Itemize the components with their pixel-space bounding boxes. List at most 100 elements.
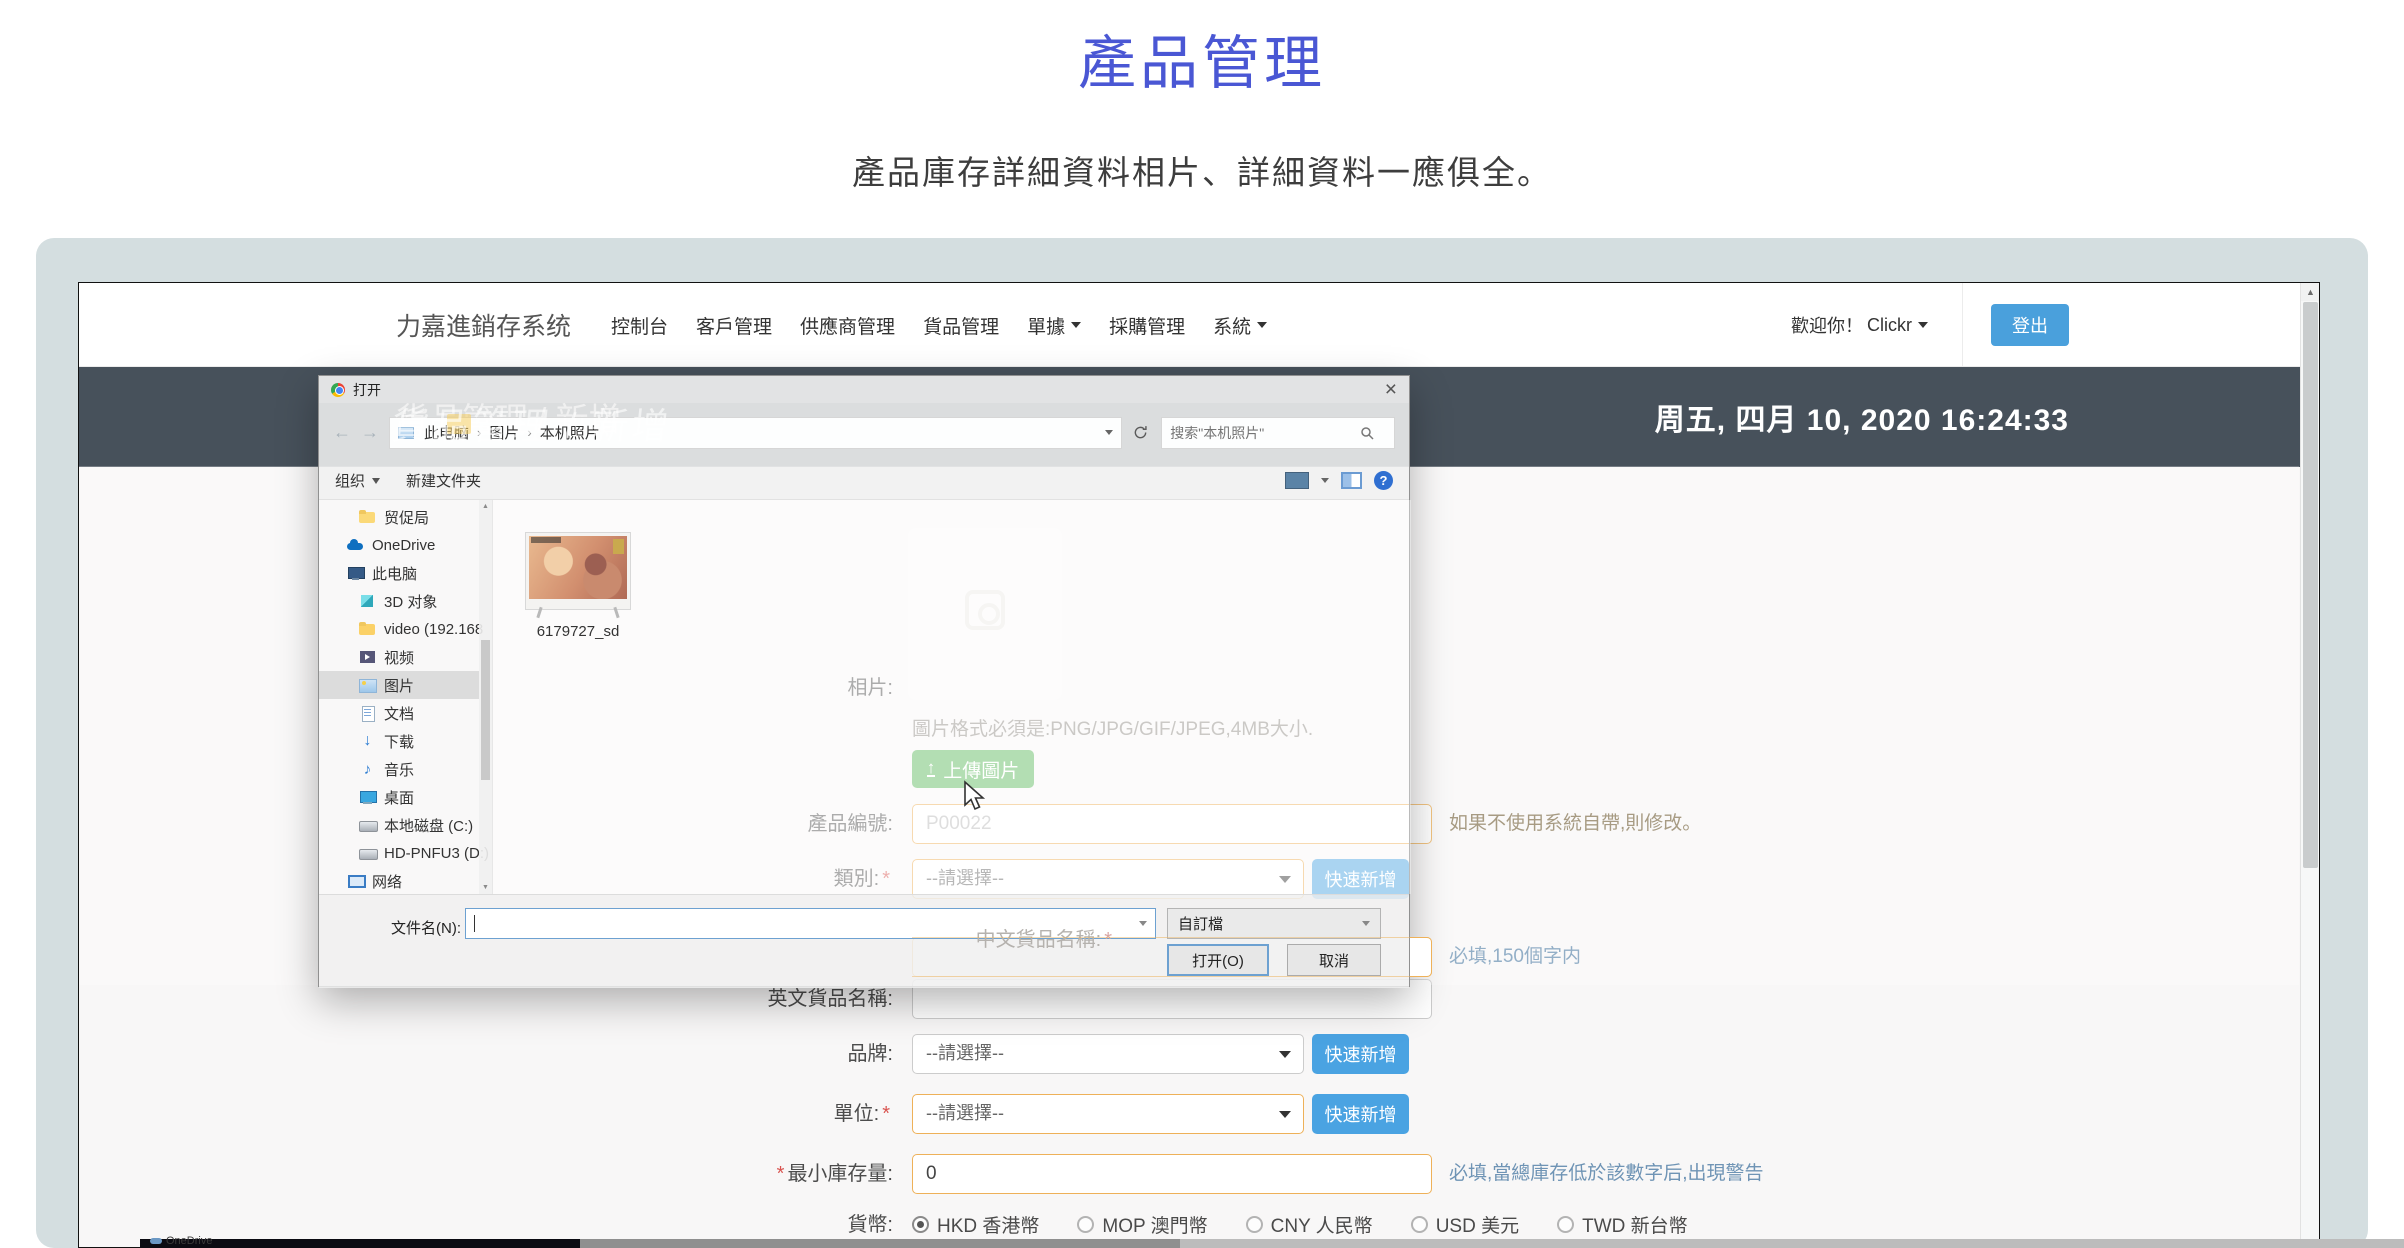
tv-image-thumbnail [525,532,631,610]
folder-tree-label: 本地磁盘 (C:) [384,815,473,836]
filetype-select[interactable]: 自訂檔 [1167,908,1381,939]
scrollbar-thumb[interactable] [2303,302,2318,868]
preview-pane-icon[interactable] [1341,472,1362,489]
file-list-area[interactable]: 6179727_sd [493,500,1411,894]
folder-tree-label: 视频 [384,647,414,668]
view-mode-icon[interactable] [1285,472,1309,489]
nav-item[interactable]: 客戶管理 [682,283,786,367]
unit-quick-add-button[interactable]: 快速新增 [1312,1094,1409,1134]
search-box[interactable] [1161,417,1395,449]
username: Clickr [1867,315,1912,336]
refresh-icon[interactable] [1128,417,1154,449]
back-icon[interactable]: ← [333,422,351,443]
currency-radio-option[interactable]: USD 美元 [1411,1211,1519,1238]
folder-icon [359,509,376,525]
sidebar-scrollbar[interactable]: ▲ ▼ [479,500,492,894]
desktop-icon [359,789,376,805]
folder-tree-item[interactable]: 图片 [319,671,479,699]
folder-tree-item[interactable]: OneDrive [319,531,479,559]
pc-icon [347,565,364,581]
page-scrollbar[interactable]: ▲ [2300,283,2320,1248]
view-mode-dropdown-icon[interactable] [1321,478,1329,483]
nav-item[interactable]: 貨品管理 [909,283,1013,367]
brand-label: 品牌: [573,1034,893,1074]
logout-button[interactable]: 登出 [1991,304,2069,346]
folder-tree-item[interactable]: ♪音乐 [319,755,479,783]
unit-label: 單位:* [573,1094,893,1134]
dialog-toolbar: 组织 新建文件夹 ? [319,462,1409,500]
nav-item[interactable]: 系統 [1199,283,1281,367]
picture-icon [359,677,376,693]
dialog-title: 打开 [353,380,381,400]
folder-tree-item[interactable]: ↓ 下载 [319,727,479,755]
nav-item[interactable]: 供應商管理 [786,283,909,367]
currency-radio-option[interactable]: TWD 新台幣 [1557,1211,1688,1238]
close-icon[interactable]: × [1385,380,1397,400]
tv-badge [613,539,624,554]
folder-tree-item[interactable]: 3D 对象 [319,587,479,615]
folder-tree-label: 文档 [384,703,414,724]
scroll-up-icon[interactable]: ▲ [2301,283,2320,301]
forward-icon[interactable]: → [361,422,379,443]
folder-tree-item[interactable]: 桌面 [319,783,479,811]
folder-tree-item[interactable]: 此电脑 [319,559,479,587]
folder-tree-label: 3D 对象 [384,591,437,612]
artifact-onedrive-ghost: OneDrive [150,1235,212,1247]
page-title: 產品管理 [0,16,2404,100]
dialog-body: 贸促局OneDrive 此电脑 3D 对象 video (192.168 视频图片文档 ↓… [319,500,1409,894]
user-menu[interactable]: 歡迎你！ Clickr [1791,283,1963,367]
app-brand[interactable]: 力嘉進銷存系统 [396,307,571,343]
currency-radio-option[interactable]: MOP 澳門幣 [1077,1211,1207,1238]
chevron-down-icon [1918,322,1928,328]
currency-radio-option[interactable]: HKD 香港幣 [912,1211,1039,1238]
scrollbar-thumb[interactable] [481,640,490,780]
chevron-down-icon[interactable] [1139,921,1147,926]
nav-item[interactable]: 採購管理 [1095,283,1199,367]
scroll-up-icon[interactable]: ▲ [482,503,489,510]
folder-tree-item[interactable]: 贸促局 [319,503,479,531]
brand-quick-add-button[interactable]: 快速新增 [1312,1034,1409,1074]
folder-tree-item[interactable]: video (192.168 [319,615,479,643]
help-icon[interactable]: ? [1374,471,1393,490]
chevron-down-icon [1362,921,1370,926]
nav-item[interactable]: 單據 [1013,283,1095,367]
folder-tree-item[interactable]: 文档 [319,699,479,727]
folder-tree-item[interactable]: 视频 [319,643,479,671]
folder-tree-label: 此电脑 [372,563,417,584]
currency-option-label: TWD 新台幣 [1582,1211,1688,1238]
radio-icon[interactable] [1077,1216,1094,1233]
video-artifact-strip: OneDrive [0,1239,2404,1248]
radio-selected-icon[interactable] [912,1216,929,1233]
folder-tree-label: 桌面 [384,787,414,808]
folder-tree-item[interactable]: HD-PNFU3 (D:) [319,839,479,867]
folder-tree-item[interactable]: 网络 [319,867,479,895]
video-icon [359,649,376,665]
min-stock-input[interactable] [912,1154,1432,1194]
nav-menu: 控制台客戶管理供應商管理貨品管理單據採購管理系統 [597,283,1281,367]
ghost-breadcrumb-text: 貨品管理 / 新增 [389,396,675,450]
currency-option-label: MOP 澳門幣 [1102,1211,1207,1238]
radio-icon[interactable] [1557,1216,1574,1233]
chevron-down-icon [1071,322,1081,328]
doc-icon [359,705,376,721]
scroll-down-icon[interactable]: ▼ [482,884,489,891]
new-folder-button[interactable]: 新建文件夹 [406,470,481,491]
tv-leg [536,607,542,618]
brand-select[interactable]: --請選擇-- [912,1034,1304,1074]
unit-select[interactable]: --請選擇-- [912,1094,1304,1134]
radio-icon[interactable] [1411,1216,1428,1233]
text-caret [474,915,475,932]
address-dropdown-icon[interactable] [1105,430,1113,435]
search-input[interactable] [1170,425,1360,441]
folder-tree-label: HD-PNFU3 (D:) [384,845,489,862]
currency-label: 貨幣: [573,1211,893,1239]
nav-item[interactable]: 控制台 [597,283,682,367]
file-tile[interactable]: 6179727_sd [525,532,631,640]
currency-radio-option[interactable]: CNY 人民幣 [1246,1211,1373,1238]
folder-tree-item[interactable]: 本地磁盘 (C:) [319,811,479,839]
folder-tree-label: 下载 [384,731,414,752]
radio-icon[interactable] [1246,1216,1263,1233]
organize-menu[interactable]: 组织 [335,470,380,491]
download-icon: ↓ [359,733,376,749]
cloud-icon [150,1238,162,1244]
